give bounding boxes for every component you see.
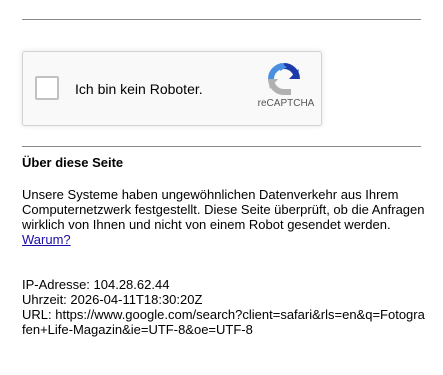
top-divider [22, 19, 421, 20]
recaptcha-brand: reCAPTCHA [257, 98, 315, 109]
request-url: URL: https://www.google.com/search?clien… [22, 307, 425, 337]
recaptcha-widget: Ich bin kein Roboter. reCAPTCHA [22, 51, 322, 126]
about-title: Über diese Seite [22, 155, 124, 170]
why-link[interactable]: Warum? [22, 232, 71, 247]
page: Ich bin kein Roboter. reCAPTCHA Über die… [0, 0, 443, 375]
not-robot-checkbox[interactable] [35, 76, 59, 100]
about-description: Unsere Systeme haben ungewöhnlichen Date… [22, 187, 425, 232]
about-text: Unsere Systeme haben ungewöhnlichen Date… [22, 187, 427, 247]
recaptcha-logo-icon [268, 63, 300, 95]
ip-address: IP-Adresse: 104.28.62.44 [22, 277, 170, 292]
request-info: IP-Adresse: 104.28.62.44 Uhrzeit: 2026-0… [22, 277, 427, 337]
section-divider [22, 146, 421, 147]
not-robot-label[interactable]: Ich bin kein Roboter. [75, 81, 203, 98]
timestamp: Uhrzeit: 2026-04-11T18:30:20Z [22, 292, 203, 307]
